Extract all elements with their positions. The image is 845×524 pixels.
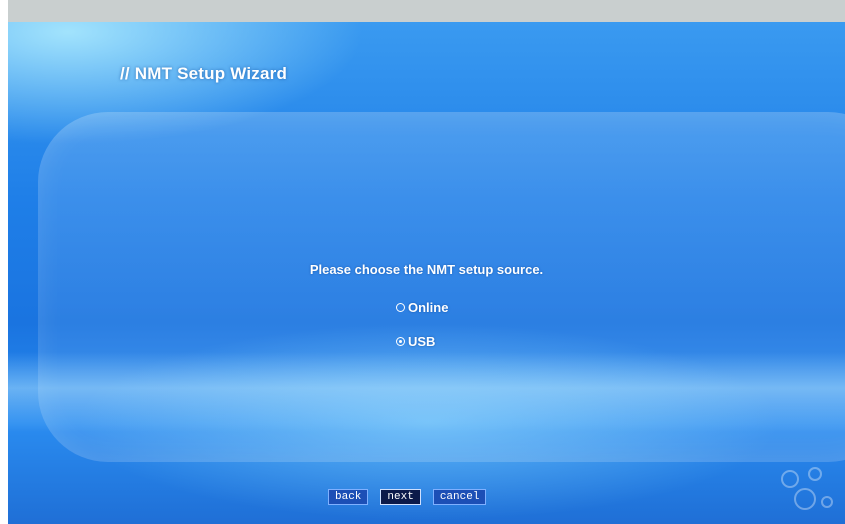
radio-checked-icon[interactable] <box>396 337 405 346</box>
background-light-wave <box>8 352 845 432</box>
back-button[interactable]: back <box>328 489 369 505</box>
next-button[interactable]: next <box>380 489 421 505</box>
radio-unchecked-icon[interactable] <box>396 303 405 312</box>
option-online-label: Online <box>408 300 449 315</box>
wizard-navigation: back next cancel <box>328 489 487 505</box>
wizard-title: // NMT Setup Wizard <box>120 64 288 83</box>
setup-source-prompt: Please choose the NMT setup source. <box>309 262 544 277</box>
wizard-screen: // NMT Setup Wizard Please choose the NM… <box>8 22 845 524</box>
option-usb-label: USB <box>408 334 436 349</box>
cancel-button[interactable]: cancel <box>432 489 487 505</box>
decorative-bubbles-icon <box>781 467 833 510</box>
option-usb[interactable]: USB <box>396 334 435 349</box>
top-frame-bar <box>8 0 845 22</box>
option-online[interactable]: Online <box>396 300 448 315</box>
